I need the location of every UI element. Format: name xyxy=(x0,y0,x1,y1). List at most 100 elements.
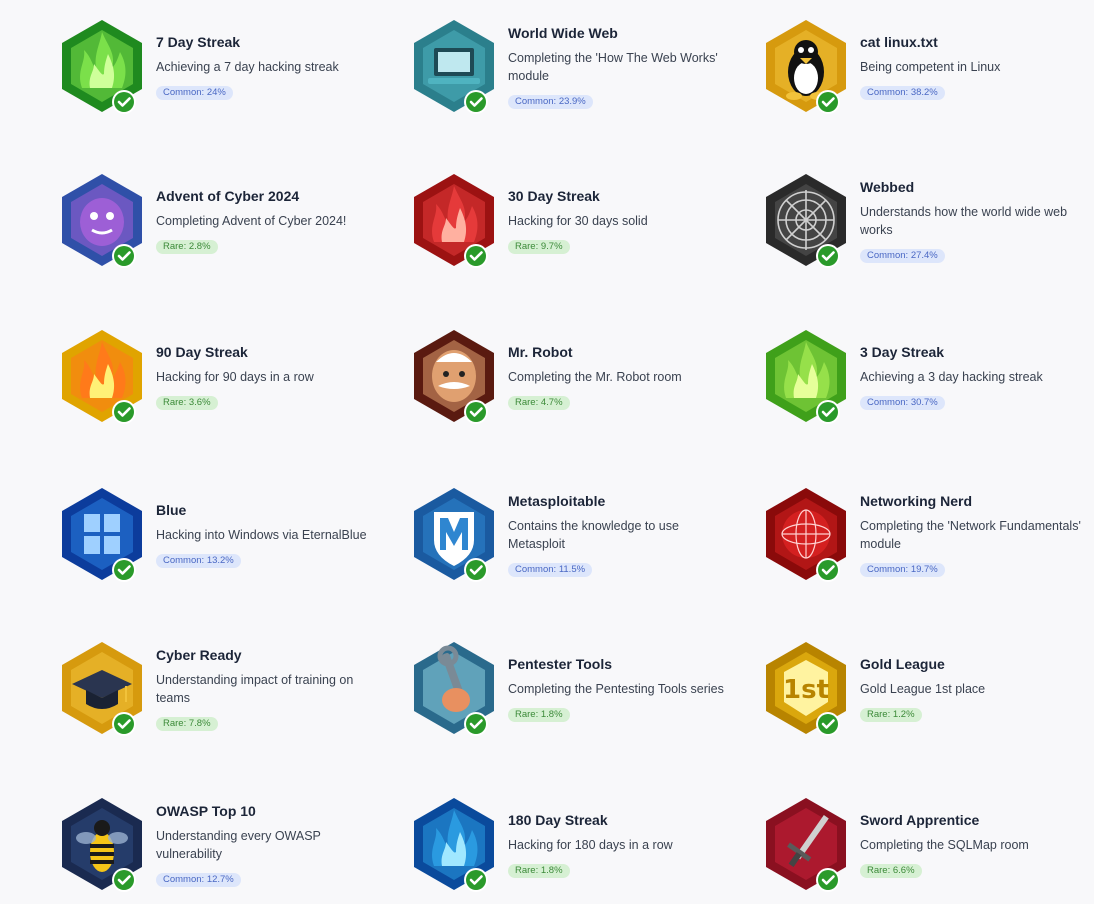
green-flame-icon xyxy=(62,20,142,114)
rarity-pill: Common: 30.7% xyxy=(860,396,945,410)
windows-logo-icon xyxy=(62,488,142,582)
badge-icon[interactable] xyxy=(760,794,852,894)
rarity-pill: Rare: 6.6% xyxy=(860,864,922,878)
badge-card-sword-apprentice: Sword Apprentice Completing the SQLMap r… xyxy=(760,794,1094,904)
rarity-pill: Rare: 3.6% xyxy=(156,396,218,410)
laptop-icon xyxy=(414,20,494,114)
badge-card-3-day-streak: 3 Day Streak Achieving a 3 day hacking s… xyxy=(760,326,1094,436)
check-icon xyxy=(112,90,136,114)
badge-icon[interactable] xyxy=(408,16,500,116)
badge-description: Completing the Mr. Robot room xyxy=(508,370,682,384)
badge-title: 90 Day Streak xyxy=(156,344,248,360)
badge-info: Pentester Tools Completing the Pentestin… xyxy=(508,655,738,722)
badge-description: Achieving a 7 day hacking streak xyxy=(156,60,339,74)
badge-icon[interactable] xyxy=(408,326,500,426)
badge-info: Sword Apprentice Completing the SQLMap r… xyxy=(860,811,1090,878)
check-icon xyxy=(112,712,136,736)
check-icon xyxy=(112,558,136,582)
badge-description: Understanding every OWASP vulnerability xyxy=(156,829,321,861)
badge-info: Metasploitable Contains the knowledge to… xyxy=(508,492,738,577)
badge-icon[interactable] xyxy=(760,16,852,116)
rarity-pill: Rare: 4.7% xyxy=(508,396,570,410)
badge-description: Hacking for 30 days solid xyxy=(508,214,648,228)
badge-description: Completing the SQLMap room xyxy=(860,838,1029,852)
badge-info: OWASP Top 10 Understanding every OWASP v… xyxy=(156,802,386,887)
badge-title: Networking Nerd xyxy=(860,493,973,509)
graduation-cap-icon xyxy=(62,642,142,736)
badge-icon[interactable] xyxy=(760,326,852,426)
badge-card-blue: Blue Hacking into Windows via EternalBlu… xyxy=(56,484,396,594)
yellow-flame-icon xyxy=(62,330,142,424)
badge-title: Metasploitable xyxy=(508,493,606,509)
badge-card-world-wide-web: World Wide Web Completing the 'How The W… xyxy=(408,16,748,126)
badge-card-90-day-streak: 90 Day Streak Hacking for 90 days in a r… xyxy=(56,326,396,436)
check-icon xyxy=(816,90,840,114)
badge-icon[interactable] xyxy=(56,170,148,270)
badge-icon[interactable] xyxy=(56,16,148,116)
badge-info: 3 Day Streak Achieving a 3 day hacking s… xyxy=(860,343,1090,410)
badge-card-advent-of-cyber-2024: Advent of Cyber 2024 Completing Advent o… xyxy=(56,170,396,280)
metasploit-shield-icon xyxy=(414,488,494,582)
red-flame-icon xyxy=(414,174,494,268)
badge-icon[interactable] xyxy=(56,638,148,738)
badge-card-30-day-streak: 30 Day Streak Hacking for 30 days solid … xyxy=(408,170,748,280)
check-icon xyxy=(816,400,840,424)
badge-info: Cyber Ready Understanding impact of trai… xyxy=(156,646,386,731)
badge-card-cyber-ready: Cyber Ready Understanding impact of trai… xyxy=(56,638,396,748)
badge-info: Mr. Robot Completing the Mr. Robot room … xyxy=(508,343,738,410)
check-icon xyxy=(112,244,136,268)
check-icon xyxy=(112,400,136,424)
rarity-pill: Rare: 9.7% xyxy=(508,240,570,254)
check-icon xyxy=(816,244,840,268)
badge-title: Cyber Ready xyxy=(156,647,242,663)
badge-description: Understands how the world wide web works xyxy=(860,205,1068,237)
badge-card-180-day-streak: 180 Day Streak Hacking for 180 days in a… xyxy=(408,794,748,904)
badge-card-webbed: Webbed Understands how the world wide we… xyxy=(760,170,1094,280)
badge-description: Completing Advent of Cyber 2024! xyxy=(156,214,347,228)
badge-card-owasp-top-10: OWASP Top 10 Understanding every OWASP v… xyxy=(56,794,396,904)
badge-info: 180 Day Streak Hacking for 180 days in a… xyxy=(508,811,738,878)
rarity-pill: Rare: 1.8% xyxy=(508,708,570,722)
badge-icon[interactable] xyxy=(408,794,500,894)
badge-description: Achieving a 3 day hacking streak xyxy=(860,370,1043,384)
spider-web-icon xyxy=(766,174,846,268)
badge-description: Hacking for 90 days in a row xyxy=(156,370,314,384)
rarity-pill: Rare: 7.8% xyxy=(156,717,218,731)
badge-title: World Wide Web xyxy=(508,25,618,41)
badge-card-networking-nerd: Networking Nerd Completing the 'Network … xyxy=(760,484,1094,594)
svg-text:1st: 1st xyxy=(783,675,829,705)
check-icon xyxy=(464,244,488,268)
badge-icon[interactable] xyxy=(408,170,500,270)
badge-title: cat linux.txt xyxy=(860,34,938,50)
badge-info: 30 Day Streak Hacking for 30 days solid … xyxy=(508,187,738,254)
gold-medal-1st-icon: 1st xyxy=(766,642,846,736)
rarity-pill: Rare: 1.8% xyxy=(508,864,570,878)
badge-info: Webbed Understands how the world wide we… xyxy=(860,178,1090,263)
badge-description: Contains the knowledge to use Metasploit xyxy=(508,519,679,551)
check-icon xyxy=(464,400,488,424)
badge-icon[interactable] xyxy=(56,794,148,894)
badge-icon[interactable] xyxy=(760,170,852,270)
badge-icon[interactable] xyxy=(56,326,148,426)
badge-title: Blue xyxy=(156,502,187,518)
badge-icon[interactable]: 1st xyxy=(760,638,852,738)
badge-card-gold-league: 1st Gold League Gold League 1st place Ra… xyxy=(760,638,1094,748)
badge-icon[interactable] xyxy=(408,484,500,584)
badge-description: Hacking for 180 days in a row xyxy=(508,838,673,852)
check-icon xyxy=(464,712,488,736)
network-globe-icon xyxy=(766,488,846,582)
badge-card-7-day-streak: 7 Day Streak Achieving a 7 day hacking s… xyxy=(56,16,396,126)
badge-description: Understanding impact of training on team… xyxy=(156,673,354,705)
badge-card-cat-linux-txt: cat linux.txt Being competent in Linux C… xyxy=(760,16,1094,126)
rarity-pill: Rare: 2.8% xyxy=(156,240,218,254)
badge-info: World Wide Web Completing the 'How The W… xyxy=(508,24,738,109)
badge-description: Completing the 'How The Web Works' modul… xyxy=(508,51,718,83)
mr-robot-mask-icon xyxy=(414,330,494,424)
badge-icon[interactable] xyxy=(408,638,500,738)
badge-card-mr-robot: Mr. Robot Completing the Mr. Robot room … xyxy=(408,326,748,436)
badge-icon[interactable] xyxy=(760,484,852,584)
check-icon xyxy=(816,712,840,736)
tux-penguin-icon xyxy=(766,20,846,114)
badge-description: Completing the Pentesting Tools series xyxy=(508,682,724,696)
badge-icon[interactable] xyxy=(56,484,148,584)
